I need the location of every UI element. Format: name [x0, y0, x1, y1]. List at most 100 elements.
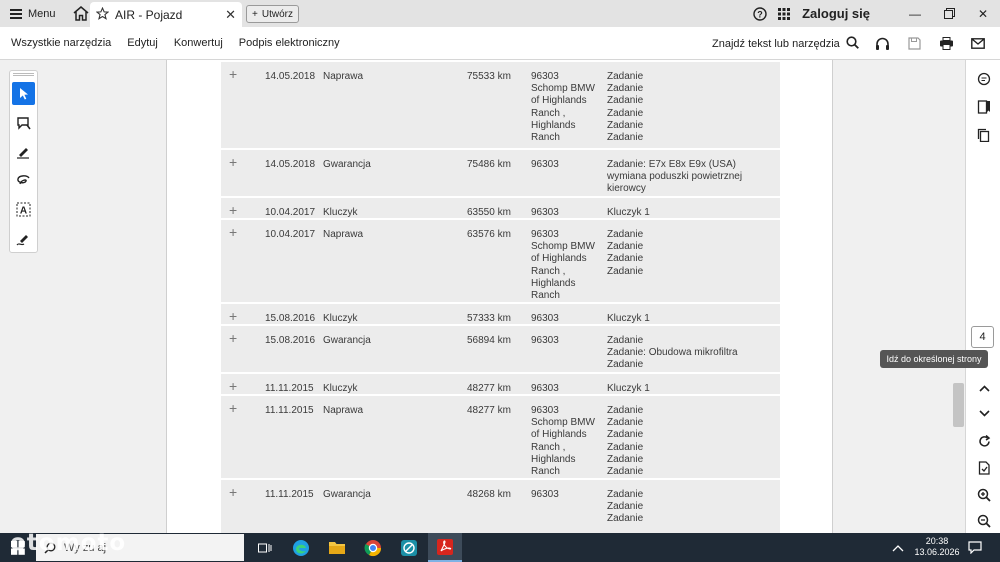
tray-expand-icon[interactable] [892, 533, 904, 562]
row-dealer-line: Ranch [531, 132, 560, 144]
scrollbar-thumb[interactable] [953, 383, 964, 427]
tab-title: AIR - Pojazd [115, 7, 183, 22]
table-row: +14.05.2018 Naprawa 75533 km 96303 Schomp BM… [221, 62, 780, 150]
bookmark-icon [977, 100, 990, 114]
star-icon[interactable] [95, 6, 110, 23]
expand-row-icon[interactable]: + [229, 401, 237, 415]
search-icon [846, 35, 859, 52]
page-up-button[interactable] [972, 377, 996, 399]
page-down-button[interactable] [972, 402, 996, 424]
row-dealer-line: 96303 [531, 207, 559, 218]
row-dealer: 96303 [531, 207, 601, 219]
new-tab-button[interactable]: + Utwórz [246, 5, 299, 23]
svg-text:A: A [20, 206, 27, 217]
menu-all-tools[interactable]: Wszystkie narzędzia [0, 37, 119, 49]
document-tab[interactable]: AIR - Pojazd ✕ [90, 2, 242, 27]
restore-icon[interactable] [932, 0, 966, 27]
expand-row-icon[interactable]: + [229, 67, 237, 81]
row-description-line: Zadanie [607, 83, 644, 95]
row-type: Naprawa [323, 405, 364, 416]
row-description: Zadanie Zadanie Zadanie [607, 489, 757, 526]
expand-row-icon[interactable]: + [229, 309, 237, 323]
expand-row-icon[interactable]: + [229, 225, 237, 239]
zoom-in-button[interactable] [972, 484, 996, 506]
row-description: Kluczyk 1 [607, 313, 757, 325]
comment-tool[interactable] [12, 111, 35, 134]
row-dealer-line: Schomp BMW [531, 83, 595, 95]
freehand-icon [17, 174, 30, 184]
notifications-icon[interactable] [968, 533, 982, 562]
file-explorer-icon[interactable] [320, 533, 354, 562]
read-aloud-icon[interactable] [866, 27, 898, 60]
row-mileage: 63576 km [467, 229, 511, 240]
row-description-line: Zadanie [607, 513, 644, 525]
find-tools[interactable]: Znajdź tekst lub narzędzia [712, 27, 859, 60]
text-tool[interactable]: A [12, 198, 35, 221]
new-tab-label: Utwórz [261, 8, 293, 20]
expand-row-icon[interactable]: + [229, 203, 237, 217]
task-view-icon[interactable] [248, 533, 282, 562]
refresh-icon [978, 434, 990, 447]
row-type: Naprawa [323, 229, 364, 240]
zoom-out-button[interactable] [972, 510, 996, 532]
left-panel: A [0, 60, 166, 533]
clock-time: 20:38 [925, 536, 949, 546]
menu-convert[interactable]: Konwertuj [166, 37, 231, 49]
drag-handle[interactable] [13, 73, 34, 76]
apps-grid-icon[interactable] [772, 0, 796, 27]
page-number-box[interactable]: 4 [971, 326, 994, 348]
select-tool[interactable] [12, 82, 35, 105]
print-icon[interactable] [930, 27, 962, 60]
save-icon[interactable] [898, 27, 930, 60]
scan-button[interactable] [972, 457, 996, 479]
row-dealer-line: 96303 [531, 313, 559, 324]
row-mileage: 63550 km [467, 207, 511, 218]
expand-row-icon[interactable]: + [229, 379, 237, 393]
row-description-line: wymiana poduszki powietrznej [607, 171, 743, 183]
menu-e-signature[interactable]: Podpis elektroniczny [231, 37, 348, 49]
highlight-tool[interactable] [12, 140, 35, 163]
minimize-icon[interactable]: — [898, 0, 932, 27]
row-date: 15.08.2016 [265, 335, 316, 346]
chevron-down-icon [978, 409, 990, 417]
row-description-line: Zadanie [607, 405, 644, 416]
clock-date: 13.06.2026 [914, 547, 960, 557]
pen-icon [17, 147, 29, 159]
help-icon[interactable]: ? [748, 0, 772, 27]
close-window-icon[interactable]: ✕ [966, 0, 1000, 27]
edge-icon[interactable] [284, 533, 318, 562]
pages-icon [977, 128, 990, 142]
acrobat-icon[interactable] [428, 533, 462, 562]
row-description-line: Zadanie [607, 119, 644, 131]
row-dealer-line: 96303 [531, 489, 559, 500]
find-label: Znajdź tekst lub narzędzia [712, 37, 840, 50]
chrome-icon[interactable] [356, 533, 390, 562]
pages-panel-button[interactable] [972, 124, 996, 146]
draw-tool[interactable] [12, 169, 35, 192]
login-button[interactable]: Zaloguj się [802, 6, 870, 21]
document-view[interactable]: +14.05.2018 Naprawa 75533 km 96303 Schomp BM… [166, 60, 833, 533]
menu-edit[interactable]: Edytuj [119, 37, 166, 49]
expand-row-icon[interactable]: + [229, 155, 237, 169]
comments-panel-button[interactable] [972, 68, 996, 90]
email-icon[interactable] [962, 27, 994, 60]
row-type: Kluczyk [323, 207, 358, 218]
comment-bubble-icon [977, 72, 991, 86]
clock[interactable]: 20:38 13.06.2026 [912, 536, 962, 558]
bookmarks-panel-button[interactable] [972, 96, 996, 118]
row-dealer-line: 96303 [531, 335, 559, 346]
expand-row-icon[interactable]: + [229, 485, 237, 499]
rotate-button[interactable] [972, 430, 996, 452]
expand-row-icon[interactable]: + [229, 331, 237, 345]
row-type: Naprawa [323, 71, 364, 82]
menu-button[interactable]: Menu [0, 0, 66, 27]
right-panel [965, 60, 1000, 533]
row-description-line: Kluczyk 1 [607, 383, 650, 394]
sign-tool[interactable] [12, 227, 35, 250]
row-description: Zadanie Zadanie Zadanie Zadanie Zadanie Zadan… [607, 405, 757, 478]
app-icon[interactable] [392, 533, 426, 562]
row-description-line: Kluczyk 1 [607, 207, 650, 218]
close-tab-icon[interactable]: ✕ [225, 7, 236, 23]
row-date: 11.11.2015 [265, 489, 314, 500]
scrollbar-track[interactable] [953, 60, 965, 533]
